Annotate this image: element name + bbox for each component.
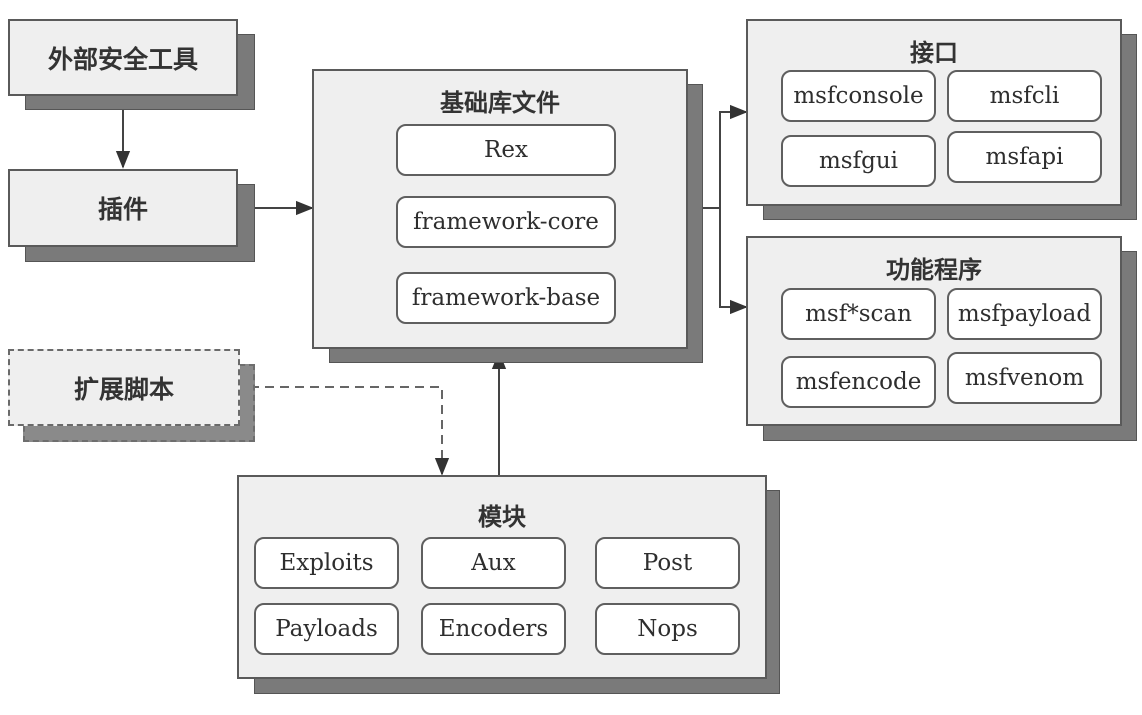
extension-scripts-node[interactable]: 扩展脚本 — [8, 349, 240, 426]
chip-msfgui[interactable]: msfgui — [781, 135, 936, 187]
chip-msfencode[interactable]: msfencode — [781, 356, 936, 408]
base-library-title: 基础库文件 — [440, 88, 560, 117]
modules-title: 模块 — [478, 502, 526, 531]
chip-msf-scan[interactable]: msf*scan — [781, 288, 936, 340]
utilities-title: 功能程序 — [886, 255, 982, 284]
chip-msfcli[interactable]: msfcli — [947, 70, 1102, 122]
utilities-panel: 功能程序 msf*scan msfpayload msfencode msfve… — [746, 236, 1122, 426]
chip-msfconsole[interactable]: msfconsole — [781, 70, 936, 122]
edge-to-interfaces — [719, 104, 748, 208]
chip-framework-base[interactable]: framework-base — [396, 272, 616, 324]
chip-payloads[interactable]: Payloads — [254, 603, 399, 655]
base-library-panel: 基础库文件 Rex framework-core framework-base — [312, 69, 688, 349]
chip-aux[interactable]: Aux — [421, 537, 566, 589]
chip-msfapi[interactable]: msfapi — [947, 131, 1102, 183]
modules-panel: 模块 Exploits Aux Post Payloads Encoders N… — [237, 475, 767, 679]
chip-rex[interactable]: Rex — [396, 124, 616, 176]
chip-post[interactable]: Post — [595, 537, 740, 589]
plugins-label: 插件 — [97, 195, 148, 224]
chip-framework-core[interactable]: framework-core — [396, 196, 616, 248]
plugins-node[interactable]: 插件 — [8, 169, 238, 247]
chip-exploits[interactable]: Exploits — [254, 537, 399, 589]
interfaces-title: 接口 — [910, 38, 958, 67]
chip-nops[interactable]: Nops — [595, 603, 740, 655]
interfaces-panel: 接口 msfconsole msfcli msfgui msfapi — [746, 19, 1122, 206]
chip-msfpayload[interactable]: msfpayload — [947, 288, 1102, 340]
external-tools-node[interactable]: 外部安全工具 — [8, 19, 238, 96]
extension-scripts-label: 扩展脚本 — [73, 374, 174, 404]
chip-msfvenom[interactable]: msfvenom — [947, 352, 1102, 404]
edge-extension-to-modules — [250, 386, 450, 476]
chip-encoders[interactable]: Encoders — [421, 603, 566, 655]
external-tools-label: 外部安全工具 — [47, 44, 198, 74]
edge-to-utilities — [719, 208, 748, 315]
